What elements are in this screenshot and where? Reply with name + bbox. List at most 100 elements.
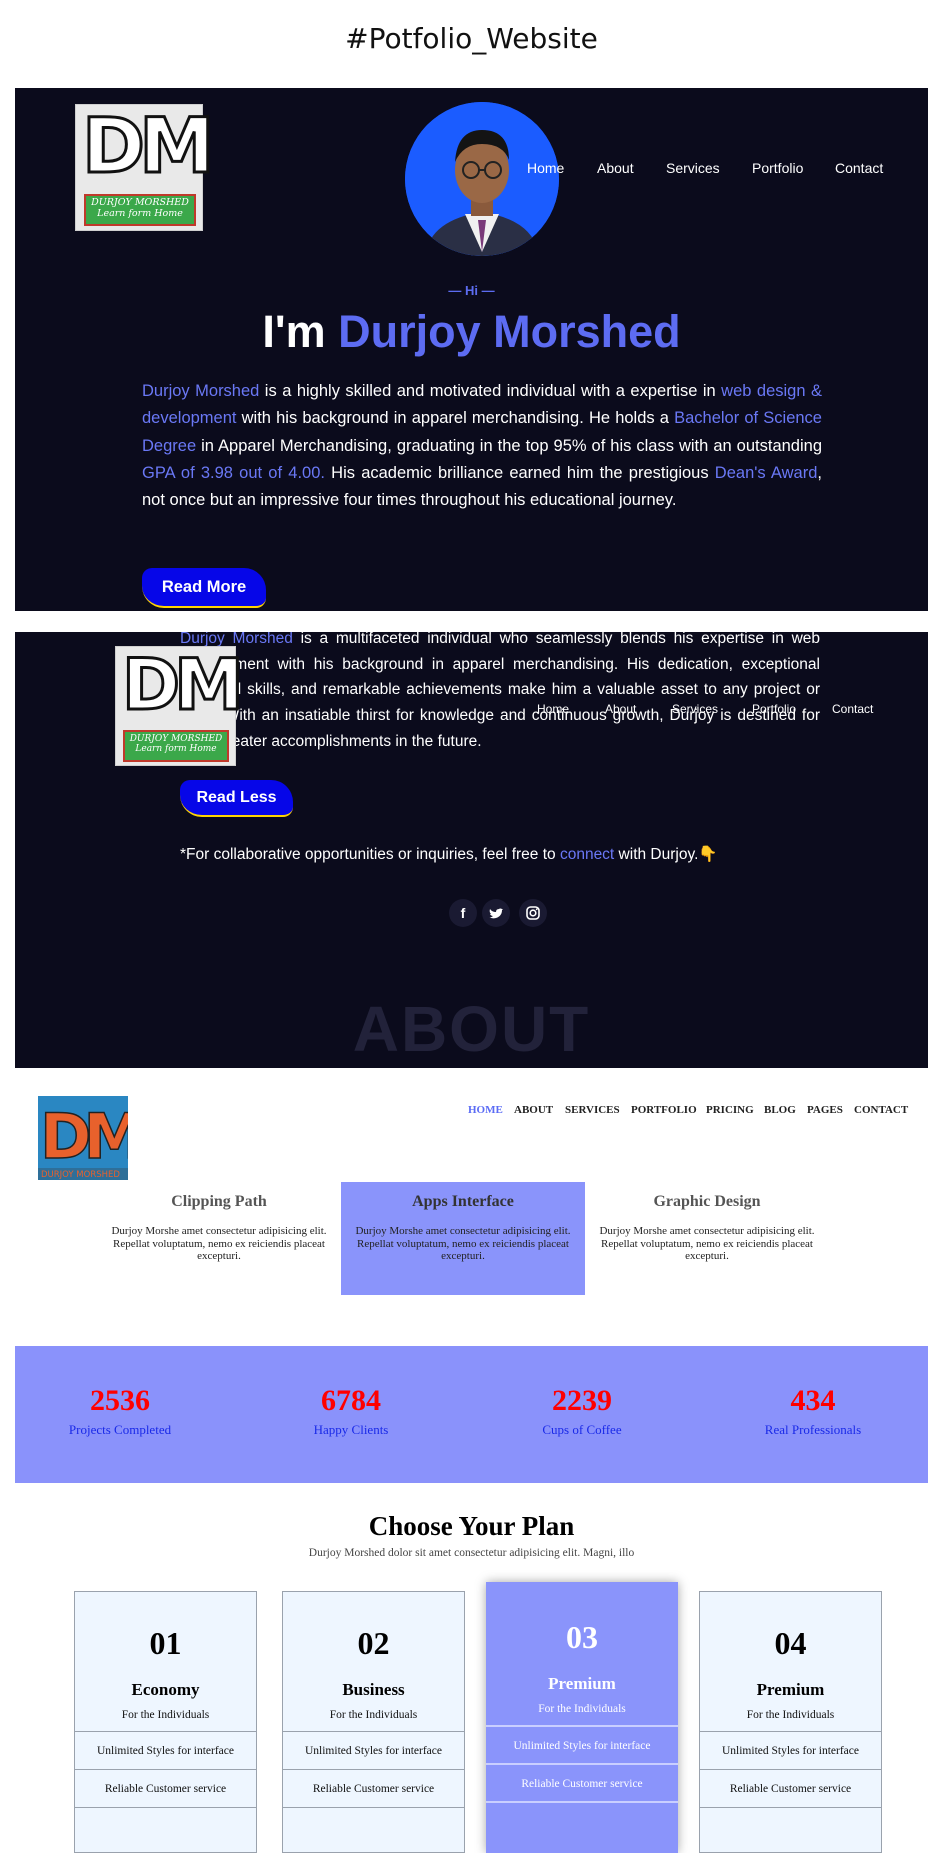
- stat-label: Projects Completed: [68, 1422, 172, 1437]
- highlighted-text: Durjoy Morshed: [142, 382, 260, 400]
- instagram-glyph-icon: [526, 906, 540, 920]
- plan-feature: Unlimited Styles for interface: [283, 1731, 464, 1769]
- plan-card-03[interactable]: 03 Premium For the Individuals Unlimited…: [486, 1582, 678, 1853]
- brand-logo-text: DURJOY MORSHED: [41, 1170, 120, 1180]
- hero-title: I'm Durjoy Morshed: [15, 306, 928, 358]
- stat-label: Real Professionals: [764, 1422, 862, 1437]
- plan-number: 01: [149, 1625, 182, 1661]
- nav-link-contact[interactable]: Contact: [835, 160, 883, 176]
- stats-section: 2536 Projects Completed 6784 Happy Clien…: [15, 1346, 928, 1483]
- plan-feature-divider: [486, 1801, 678, 1839]
- pricing-subtitle: Durjoy Morshed dolor sit amet consectetu…: [308, 1547, 635, 1559]
- instagram-icon[interactable]: [519, 899, 547, 927]
- nav-link-portfolio[interactable]: Portfolio: [752, 160, 803, 176]
- read-more-button[interactable]: Read More: [142, 568, 266, 608]
- service-card-apps-interface[interactable]: Apps Interface Durjoy Morshe amet consec…: [341, 1182, 585, 1295]
- nav-link-home[interactable]: Home: [527, 160, 564, 176]
- plan-audience: For the Individuals: [329, 1709, 418, 1721]
- hero-section: DM DURJOY MORSHED Learn form Home Home A…: [15, 88, 928, 611]
- plan-card-01[interactable]: 01 Economy For the Individuals Unlimited…: [74, 1591, 257, 1853]
- bio-text: is a highly skilled and motivated indivi…: [259, 382, 722, 400]
- nav-contact[interactable]: CONTACT: [854, 1104, 908, 1116]
- plan-feature: Reliable Customer service: [75, 1769, 256, 1807]
- nav-link-about[interactable]: About: [597, 160, 634, 176]
- brand-logo-mark-icon: DM DURJOY MORSHED: [38, 1096, 128, 1180]
- stat-projects: 2536 Projects Completed: [20, 1384, 220, 1438]
- plan-card-04[interactable]: 04 Premium For the Individuals Unlimited…: [699, 1591, 882, 1853]
- hero-title-name: Durjoy Morshed: [338, 306, 681, 357]
- brand-logo-letters: DM: [40, 1100, 128, 1173]
- connect-suffix: with Durjoy.: [614, 846, 699, 863]
- stat-label: Cups of Coffee: [542, 1422, 622, 1437]
- overlay-nav-contact[interactable]: Contact: [832, 702, 873, 716]
- nav-portfolio[interactable]: PORTFOLIO: [631, 1104, 697, 1116]
- logo-letters: DM: [81, 100, 217, 192]
- plan-audience: For the Individuals: [121, 1709, 210, 1721]
- overlay-nav-about[interactable]: About: [605, 702, 636, 716]
- connect-line: *For collaborative opportunities or inqu…: [180, 845, 718, 864]
- plan-feature: Reliable Customer service: [486, 1763, 678, 1801]
- hero-title-prefix: I'm: [262, 306, 339, 357]
- nav-home[interactable]: HOME: [468, 1104, 503, 1116]
- read-less-button[interactable]: Read Less: [180, 780, 293, 817]
- stat-label: Happy Clients: [313, 1422, 389, 1437]
- service-title: Apps Interface: [412, 1193, 514, 1210]
- plan-name: Premium: [756, 1680, 825, 1699]
- connect-link[interactable]: connect: [560, 846, 614, 863]
- plan-feature: Reliable Customer service: [700, 1769, 881, 1807]
- plan-feature: Unlimited Styles for interface: [486, 1725, 678, 1763]
- plan-number: 04: [774, 1625, 807, 1661]
- plan-card-02[interactable]: 02 Business For the Individuals Unlimite…: [282, 1591, 465, 1853]
- service-text: Durjoy Morshe amet consectetur adipisici…: [599, 1225, 815, 1262]
- overlay-logo-line-1: DURJOY MORSHED: [129, 734, 223, 744]
- plan-name: Premium: [548, 1674, 616, 1693]
- pricing-title: Choose Your Plan: [368, 1511, 575, 1541]
- stat-number: 434: [790, 1384, 836, 1417]
- plan-feature-divider: [700, 1807, 881, 1845]
- overlay-nav-portfolio[interactable]: Portfolio: [752, 702, 796, 716]
- service-title: Graphic Design: [653, 1193, 761, 1210]
- service-text: Durjoy Morshe amet consectetur adipisici…: [355, 1225, 571, 1262]
- profile-photo: [405, 102, 559, 256]
- nav-pages[interactable]: PAGES: [807, 1104, 843, 1116]
- bio-text: in Apparel Merchandising, graduating in …: [196, 436, 822, 455]
- brand-logo[interactable]: DM DURJOY MORSHED: [38, 1096, 128, 1180]
- logo-label: DURJOY MORSHED Learn form Home: [84, 194, 196, 226]
- nav-blog[interactable]: BLOG: [764, 1104, 796, 1116]
- plan-audience: For the Individuals: [746, 1709, 835, 1721]
- nav-about[interactable]: ABOUT: [514, 1104, 553, 1116]
- twitter-icon[interactable]: [482, 899, 510, 927]
- service-card-clipping-path[interactable]: Clipping Path Durjoy Morshe amet consect…: [97, 1182, 341, 1295]
- overlay-logo[interactable]: DM DURJOY MORSHED Learn form Home: [115, 643, 245, 766]
- service-card-graphic-design[interactable]: Graphic Design Durjoy Morshe amet consec…: [585, 1182, 829, 1295]
- overlay-nav-home[interactable]: Home: [537, 702, 569, 716]
- plan-number: 02: [357, 1625, 390, 1661]
- connect-prefix: *For collaborative opportunities or inqu…: [180, 846, 560, 863]
- highlighted-text: Dean's Award: [714, 463, 818, 482]
- pointing-down-icon: 👇: [698, 846, 718, 863]
- logo-line-2: Learn form Home: [97, 207, 183, 219]
- plan-feature: Unlimited Styles for interface: [75, 1731, 256, 1769]
- plan-feature-divider: [75, 1807, 256, 1845]
- service-title: Clipping Path: [171, 1193, 267, 1210]
- about-watermark: ABOUT: [352, 993, 591, 1065]
- greeting-label: — Hi —: [448, 283, 495, 298]
- plan-feature: Reliable Customer service: [283, 1769, 464, 1807]
- overlay-logo-label: DURJOY MORSHED Learn form Home: [123, 730, 229, 762]
- plan-feature-divider: [283, 1807, 464, 1845]
- highlighted-text: GPA of 3.98 out of 4.00.: [142, 463, 325, 482]
- bio-text: is a multifaceted individual who seamles…: [180, 632, 820, 750]
- about-section: Durjoy Morshed is a multifaceted individ…: [15, 632, 928, 1068]
- nav-pricing[interactable]: PRICING: [706, 1104, 754, 1116]
- twitter-bird-icon: [489, 908, 503, 919]
- site-logo[interactable]: DM DURJOY MORSHED Learn form Home: [75, 100, 216, 231]
- facebook-icon[interactable]: f: [449, 899, 477, 927]
- stat-number: 2239: [552, 1384, 612, 1417]
- stat-number: 2536: [90, 1384, 150, 1417]
- plan-feature: Unlimited Styles for interface: [700, 1731, 881, 1769]
- stat-clients: 6784 Happy Clients: [251, 1384, 451, 1438]
- nav-link-services[interactable]: Services: [666, 160, 720, 176]
- nav-services[interactable]: SERVICES: [565, 1104, 620, 1116]
- overlay-nav-services[interactable]: Services: [672, 702, 718, 716]
- page-heading: #Potfolio_Website: [345, 22, 598, 55]
